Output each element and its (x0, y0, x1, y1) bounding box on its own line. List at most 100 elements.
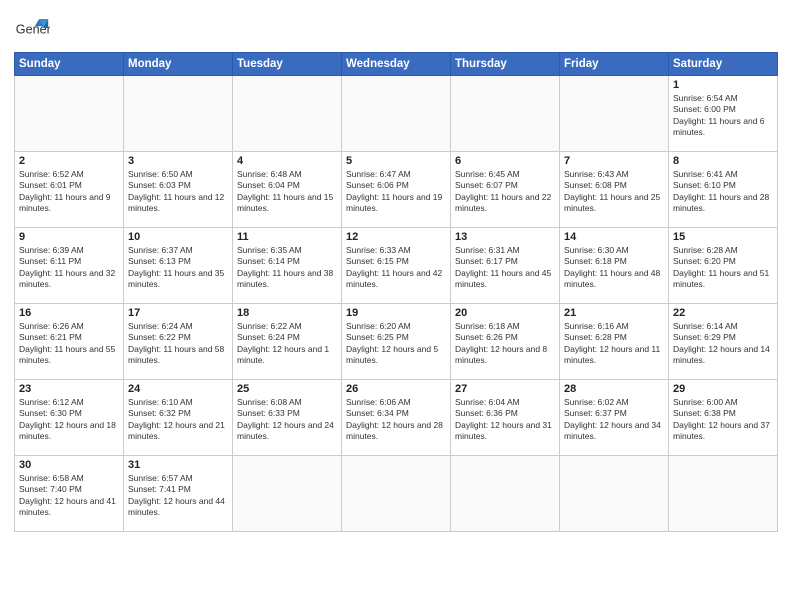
calendar-cell (451, 76, 560, 152)
day-number: 5 (346, 155, 446, 167)
calendar-table: SundayMondayTuesdayWednesdayThursdayFrid… (14, 52, 778, 532)
calendar-header-row: SundayMondayTuesdayWednesdayThursdayFrid… (15, 53, 778, 76)
calendar-cell: 26 Sunrise: 6:06 AMSunset: 6:34 PMDayligh… (342, 380, 451, 456)
calendar-cell: 21Sunrise: 6:16 AMSunset: 6:28 PMDayligh… (560, 304, 669, 380)
calendar-cell: 28 Sunrise: 6:02 AMSunset: 6:37 PMDayligh… (560, 380, 669, 456)
day-number: 9 (19, 231, 119, 243)
day-info: Sunrise: 6:52 AMSunset: 6:01 PMDaylight:… (19, 169, 119, 215)
calendar-cell: 2Sunrise: 6:52 AMSunset: 6:01 PMDaylight… (15, 152, 124, 228)
weekday-header-tuesday: Tuesday (233, 53, 342, 76)
calendar-cell: 30 Sunrise: 6:58 AMSunset: 7:40 PMDayligh… (15, 456, 124, 532)
day-number: 12 (346, 231, 446, 243)
day-number: 26 (346, 383, 446, 395)
calendar-cell: 19Sunrise: 6:20 AMSunset: 6:25 PMDayligh… (342, 304, 451, 380)
calendar-cell: 24 Sunrise: 6:10 AMSunset: 6:32 PMDayligh… (124, 380, 233, 456)
day-info: Sunrise: 6:47 AMSunset: 6:06 PMDaylight:… (346, 169, 446, 215)
day-info: Sunrise: 6:06 AMSunset: 6:34 PMDaylight:… (346, 397, 446, 443)
weekday-header-saturday: Saturday (669, 53, 778, 76)
day-number: 15 (673, 231, 773, 243)
day-number: 16 (19, 307, 119, 319)
weekday-header-monday: Monday (124, 53, 233, 76)
day-info: Sunrise: 6:00 AMSunset: 6:38 PMDaylight:… (673, 397, 773, 443)
day-number: 6 (455, 155, 555, 167)
day-number: 4 (237, 155, 337, 167)
calendar-cell: 7Sunrise: 6:43 AMSunset: 6:08 PMDaylight… (560, 152, 669, 228)
day-number: 17 (128, 307, 228, 319)
day-info: Sunrise: 6:41 AMSunset: 6:10 PMDaylight:… (673, 169, 773, 215)
calendar-cell: 4 Sunrise: 6:48 AMSunset: 6:04 PMDaylight… (233, 152, 342, 228)
day-info: Sunrise: 6:28 AMSunset: 6:20 PMDaylight:… (673, 245, 773, 291)
calendar-cell (342, 76, 451, 152)
weekday-header-sunday: Sunday (15, 53, 124, 76)
day-info: Sunrise: 6:02 AMSunset: 6:37 PMDaylight:… (564, 397, 664, 443)
calendar-cell (233, 456, 342, 532)
day-number: 21 (564, 307, 664, 319)
calendar-cell: 15 Sunrise: 6:28 AMSunset: 6:20 PMDayligh… (669, 228, 778, 304)
calendar-cell (233, 76, 342, 152)
day-info: Sunrise: 6:37 AMSunset: 6:13 PMDaylight:… (128, 245, 228, 291)
day-info: Sunrise: 6:45 AMSunset: 6:07 PMDaylight:… (455, 169, 555, 215)
day-number: 1 (673, 79, 773, 91)
day-info: Sunrise: 6:33 AMSunset: 6:15 PMDaylight:… (346, 245, 446, 291)
calendar-cell: 8 Sunrise: 6:41 AMSunset: 6:10 PMDaylight… (669, 152, 778, 228)
calendar-cell (451, 456, 560, 532)
calendar-cell: 23Sunrise: 6:12 AMSunset: 6:30 PMDayligh… (15, 380, 124, 456)
day-info: Sunrise: 6:18 AMSunset: 6:26 PMDaylight:… (455, 321, 555, 367)
calendar-cell (124, 76, 233, 152)
weekday-header-thursday: Thursday (451, 53, 560, 76)
calendar-cell (342, 456, 451, 532)
calendar-week-2: 2Sunrise: 6:52 AMSunset: 6:01 PMDaylight… (15, 152, 778, 228)
day-number: 13 (455, 231, 555, 243)
calendar-week-4: 16Sunrise: 6:26 AMSunset: 6:21 PMDayligh… (15, 304, 778, 380)
calendar-cell: 31Sunrise: 6:57 AMSunset: 7:41 PMDayligh… (124, 456, 233, 532)
logo-icon: General (14, 10, 50, 46)
calendar-cell: 9 Sunrise: 6:39 AMSunset: 6:11 PMDaylight… (15, 228, 124, 304)
day-info: Sunrise: 6:58 AMSunset: 7:40 PMDaylight:… (19, 473, 119, 519)
calendar-cell (560, 456, 669, 532)
day-info: Sunrise: 6:48 AMSunset: 6:04 PMDaylight:… (237, 169, 337, 215)
day-info: Sunrise: 6:50 AMSunset: 6:03 PMDaylight:… (128, 169, 228, 215)
day-info: Sunrise: 6:31 AMSunset: 6:17 PMDaylight:… (455, 245, 555, 291)
day-number: 30 (19, 459, 119, 471)
day-number: 8 (673, 155, 773, 167)
calendar-cell: 25Sunrise: 6:08 AMSunset: 6:33 PMDayligh… (233, 380, 342, 456)
day-number: 24 (128, 383, 228, 395)
day-info: Sunrise: 6:39 AMSunset: 6:11 PMDaylight:… (19, 245, 119, 291)
calendar-cell: 29 Sunrise: 6:00 AMSunset: 6:38 PMDayligh… (669, 380, 778, 456)
calendar-cell: 12 Sunrise: 6:33 AMSunset: 6:15 PMDayligh… (342, 228, 451, 304)
calendar-cell: 5 Sunrise: 6:47 AMSunset: 6:06 PMDaylight… (342, 152, 451, 228)
day-number: 11 (237, 231, 337, 243)
calendar-cell: 18Sunrise: 6:22 AMSunset: 6:24 PMDayligh… (233, 304, 342, 380)
day-number: 29 (673, 383, 773, 395)
day-info: Sunrise: 6:04 AMSunset: 6:36 PMDaylight:… (455, 397, 555, 443)
calendar-cell: 6 Sunrise: 6:45 AMSunset: 6:07 PMDaylight… (451, 152, 560, 228)
calendar-cell: 27Sunrise: 6:04 AMSunset: 6:36 PMDayligh… (451, 380, 560, 456)
calendar-cell: 1 Sunrise: 6:54 AMSunset: 6:00 PMDaylight… (669, 76, 778, 152)
calendar-cell: 13 Sunrise: 6:31 AMSunset: 6:17 PMDayligh… (451, 228, 560, 304)
day-info: Sunrise: 6:57 AMSunset: 7:41 PMDaylight:… (128, 473, 228, 519)
calendar-cell: 10 Sunrise: 6:37 AMSunset: 6:13 PMDayligh… (124, 228, 233, 304)
calendar-cell: 3 Sunrise: 6:50 AMSunset: 6:03 PMDaylight… (124, 152, 233, 228)
logo: General (14, 10, 54, 46)
page-header: General (14, 10, 778, 46)
day-info: Sunrise: 6:54 AMSunset: 6:00 PMDaylight:… (673, 93, 773, 139)
day-info: Sunrise: 6:10 AMSunset: 6:32 PMDaylight:… (128, 397, 228, 443)
weekday-header-wednesday: Wednesday (342, 53, 451, 76)
day-number: 25 (237, 383, 337, 395)
day-number: 3 (128, 155, 228, 167)
calendar-week-3: 9 Sunrise: 6:39 AMSunset: 6:11 PMDaylight… (15, 228, 778, 304)
day-number: 23 (19, 383, 119, 395)
day-info: Sunrise: 6:30 AMSunset: 6:18 PMDaylight:… (564, 245, 664, 291)
calendar-week-1: 1 Sunrise: 6:54 AMSunset: 6:00 PMDaylight… (15, 76, 778, 152)
day-info: Sunrise: 6:43 AMSunset: 6:08 PMDaylight:… (564, 169, 664, 215)
calendar-cell: 20Sunrise: 6:18 AMSunset: 6:26 PMDayligh… (451, 304, 560, 380)
day-number: 18 (237, 307, 337, 319)
day-number: 10 (128, 231, 228, 243)
day-info: Sunrise: 6:20 AMSunset: 6:25 PMDaylight:… (346, 321, 446, 367)
day-number: 28 (564, 383, 664, 395)
day-info: Sunrise: 6:14 AMSunset: 6:29 PMDaylight:… (673, 321, 773, 367)
day-info: Sunrise: 6:24 AMSunset: 6:22 PMDaylight:… (128, 321, 228, 367)
weekday-header-friday: Friday (560, 53, 669, 76)
calendar-cell: 17 Sunrise: 6:24 AMSunset: 6:22 PMDayligh… (124, 304, 233, 380)
calendar-cell (669, 456, 778, 532)
